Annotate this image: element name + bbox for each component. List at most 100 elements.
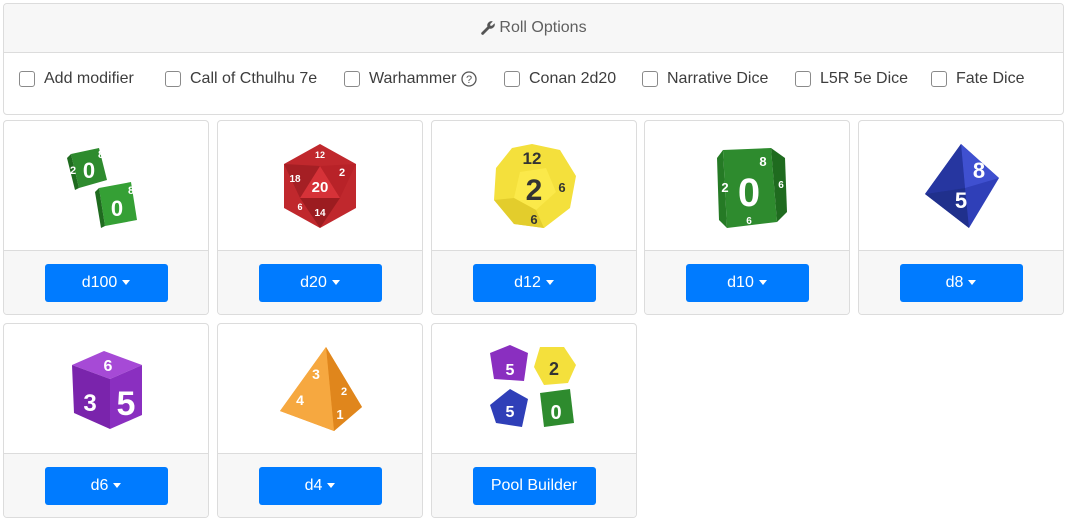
option-label: Warhammer (369, 70, 457, 87)
die-card-pool-builder: 5 2 5 0 Pool Builder (431, 323, 637, 518)
d100-face-number: 2 (70, 165, 76, 177)
option-conan-2d20[interactable]: Conan 2d20 (504, 70, 616, 88)
d8-label: d8 (945, 273, 964, 291)
d6-dropdown-button[interactable]: d6 (44, 466, 168, 505)
d6-dice-icon: 5 6 3 (72, 351, 142, 429)
d10-face-number: 6 (778, 180, 784, 191)
caret-down-icon (758, 280, 767, 285)
roll-options-title: Roll Options (499, 19, 587, 36)
checkbox[interactable] (344, 71, 360, 87)
d20-face-number: 20 (312, 179, 329, 196)
d4-face-number: 4 (296, 392, 304, 408)
question-circle-icon[interactable]: ? (461, 71, 478, 87)
d4-dice-icon: 3 4 2 1 (280, 347, 362, 431)
die-card-d100: 0 8 2 0 8 d100 (3, 120, 209, 315)
option-call-of-cthulhu[interactable]: Call of Cthulhu 7e (165, 70, 317, 88)
pool-die-face-number: 0 (550, 402, 561, 424)
d8-face-number: 5 (955, 188, 967, 213)
d20-face-number: 6 (297, 202, 302, 212)
checkbox[interactable] (642, 71, 658, 87)
d100-face-number: 0 (111, 196, 123, 221)
d20-face-number: 18 (289, 174, 301, 185)
option-label: Fate Dice (956, 70, 1025, 87)
d20-label: d20 (300, 273, 327, 291)
d100-label: d100 (81, 273, 118, 291)
caret-down-icon (968, 280, 977, 285)
d10-face-number: 2 (721, 180, 728, 195)
caret-down-icon (331, 280, 340, 285)
checkbox[interactable] (795, 71, 811, 87)
d10-face-number: 0 (738, 171, 760, 215)
die-card-d20: 20 2 12 18 14 6 d20 (217, 120, 423, 315)
option-fate-dice[interactable]: Fate Dice (931, 70, 1024, 88)
caret-down-icon (327, 483, 336, 488)
d12-face-number: 2 (526, 174, 543, 207)
d6-face-number: 6 (104, 358, 113, 375)
option-warhammer[interactable]: Warhammer ? (344, 70, 478, 88)
pool-die-face-number: 2 (549, 359, 559, 379)
d12-face-number: 12 (523, 149, 542, 168)
die-card-d8: 8 5 d8 (858, 120, 1064, 315)
d10-dice-icon: 0 8 2 6 6 (717, 148, 787, 228)
checkbox[interactable] (504, 71, 520, 87)
option-label: Call of Cthulhu 7e (190, 70, 318, 87)
d12-label: d12 (514, 273, 541, 291)
d4-face-number: 3 (312, 366, 320, 382)
d20-face-number: 12 (315, 150, 325, 160)
caret-down-icon (122, 280, 131, 285)
checkbox[interactable] (19, 71, 35, 87)
option-narrative-dice[interactable]: Narrative Dice (642, 70, 768, 88)
die-card-d6: 5 6 3 d6 (3, 323, 209, 518)
d10-label: d10 (727, 273, 754, 291)
d4-face-number: 2 (341, 386, 347, 398)
d20-face-number: 14 (314, 208, 326, 219)
wrench-icon (481, 21, 496, 35)
dice-pool-icon: 5 2 5 0 (490, 345, 576, 427)
d10-face-number: 6 (746, 216, 752, 227)
d12-face-number: 6 (530, 212, 537, 227)
d20-dropdown-button[interactable]: d20 (258, 263, 382, 302)
die-card-d4: 3 4 2 1 d4 (217, 323, 423, 518)
d6-face-number: 5 (117, 385, 136, 423)
die-card-d10: 0 8 2 6 6 d10 (644, 120, 850, 315)
svg-text:?: ? (466, 74, 472, 86)
d4-dropdown-button[interactable]: d4 (258, 466, 382, 505)
d12-dice-icon: 2 12 6 6 (494, 144, 576, 228)
option-label: Add modifier (44, 70, 134, 87)
checkbox[interactable] (931, 71, 947, 87)
d100-dice-icon: 0 8 2 0 8 (67, 148, 137, 228)
d10-face-number: 8 (759, 154, 766, 169)
option-label: Conan 2d20 (529, 70, 617, 87)
d100-face-number: 0 (83, 158, 95, 183)
option-l5r-dice[interactable]: L5R 5e Dice (795, 70, 908, 88)
die-card-d12: 2 12 6 6 d12 (431, 120, 637, 315)
caret-down-icon (113, 483, 122, 488)
d6-face-number: 3 (83, 390, 96, 417)
d8-dice-icon: 8 5 (925, 144, 999, 228)
d20-face-number: 2 (339, 167, 345, 179)
pool-die-face-number: 5 (506, 362, 515, 379)
d12-face-number: 6 (558, 180, 565, 195)
option-label: Narrative Dice (667, 70, 769, 87)
d4-label: d4 (304, 476, 323, 494)
option-add-modifier[interactable]: Add modifier (19, 70, 134, 88)
roll-options-header: Roll Options (4, 4, 1063, 53)
pool-die-face-number: 5 (506, 404, 515, 421)
d100-face-number: 8 (98, 149, 104, 161)
d20-dice-icon: 20 2 12 18 14 6 (284, 144, 356, 228)
roll-options-panel: Roll Options Add modifier Call of Cthulh… (3, 3, 1064, 115)
d12-dropdown-button[interactable]: d12 (472, 263, 596, 302)
d8-dropdown-button[interactable]: d8 (899, 263, 1023, 302)
pool-builder-button[interactable]: Pool Builder (472, 466, 596, 505)
caret-down-icon (545, 280, 554, 285)
d6-label: d6 (90, 476, 109, 494)
d100-face-number: 8 (128, 185, 134, 197)
pool-builder-label: Pool Builder (490, 476, 578, 494)
checkbox[interactable] (165, 71, 181, 87)
roll-options-body: Add modifier Call of Cthulhu 7e Warhamme… (4, 53, 1063, 115)
d100-dropdown-button[interactable]: d100 (44, 263, 168, 302)
option-label: L5R 5e Dice (820, 70, 909, 87)
d8-face-number: 8 (973, 158, 985, 183)
d4-face-number: 1 (336, 407, 343, 422)
d10-dropdown-button[interactable]: d10 (685, 263, 809, 302)
